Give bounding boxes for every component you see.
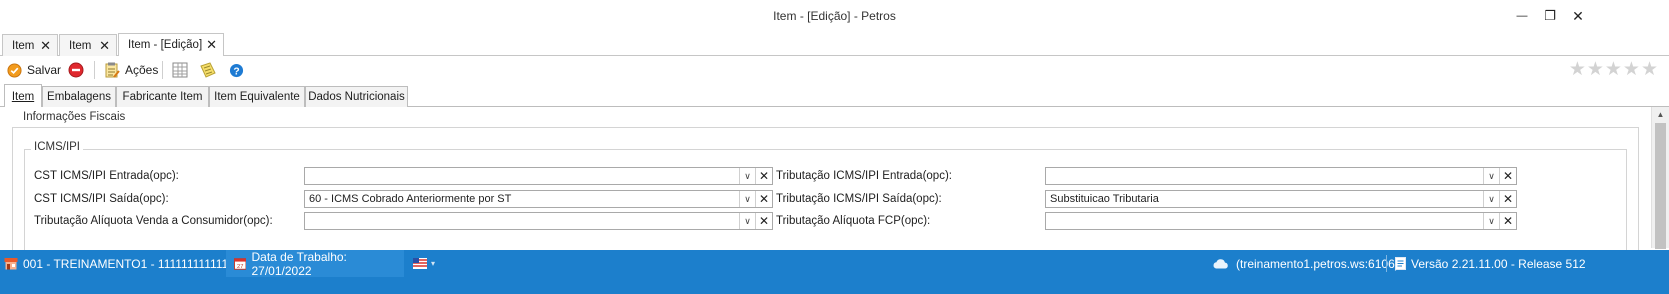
close-tab-icon[interactable]: ✕	[206, 37, 217, 53]
svg-text:27: 27	[237, 264, 243, 270]
fiscal-info-title: Informações Fiscais	[20, 111, 129, 123]
aliquota-fcp-combobox[interactable]: ∨ ✕	[1045, 212, 1517, 230]
help-button[interactable]: ?	[229, 60, 244, 80]
document-icon	[1395, 257, 1406, 270]
svg-text:?: ?	[233, 66, 239, 77]
restore-button[interactable]: ❐	[1536, 6, 1564, 26]
clear-icon[interactable]: ✕	[755, 191, 772, 207]
doc-tab-item-2[interactable]: Item ✕	[59, 34, 117, 56]
tab-label: Item Equivalente	[214, 91, 300, 103]
toolbar-separator	[162, 61, 163, 79]
cst-saida-label: CST ICMS/IPI Saída(opc):	[34, 193, 169, 205]
document-tabs: Item ✕ Item ✕ Item - [Edição] ✕	[0, 33, 1669, 56]
dropdown-arrow-icon: ▾	[431, 259, 436, 268]
notes-icon	[200, 62, 216, 78]
rating-stars[interactable]: ★★★★★	[1569, 60, 1659, 80]
store-icon	[4, 258, 18, 270]
save-button[interactable]: Salvar	[7, 60, 61, 80]
company-status[interactable]: 001 - TREINAMENTO1 - 11111111111111 ▾	[4, 250, 249, 277]
actions-icon	[105, 62, 120, 78]
status-bar: 001 - TREINAMENTO1 - 11111111111111 ▾ 27…	[0, 250, 1669, 294]
doc-tab-label: Item - [Edição]	[128, 39, 203, 51]
chevron-down-icon[interactable]: ∨	[1483, 213, 1499, 229]
icms-ipi-title: ICMS/IPI	[31, 141, 84, 153]
cancel-icon	[68, 62, 84, 78]
company-label: 001 - TREINAMENTO1 - 11111111111111	[23, 256, 240, 271]
scrollbar-thumb[interactable]	[1655, 123, 1666, 249]
save-label: Salvar	[27, 63, 62, 77]
tributacao-saida-label: Tributação ICMS/IPI Saída(opc):	[776, 193, 942, 205]
clear-icon[interactable]: ✕	[755, 168, 772, 184]
help-icon: ?	[229, 63, 244, 77]
chevron-down-icon[interactable]: ∨	[739, 168, 755, 184]
close-window-button[interactable]: ✕	[1564, 6, 1592, 26]
tributacao-saida-combobox[interactable]: Substituicao Tributaria ∨ ✕	[1045, 190, 1517, 208]
tab-embalagens[interactable]: Embalagens	[42, 86, 116, 107]
form-tabs: Item Embalagens Fabricante Item Item Equ…	[0, 84, 1669, 108]
tab-item-equivalente[interactable]: Item Equivalente	[209, 86, 305, 107]
toolbar-separator	[94, 61, 95, 79]
work-date-status[interactable]: 27 Data de Trabalho: 27/01/2022	[226, 249, 404, 278]
clear-icon[interactable]: ✕	[1499, 168, 1516, 184]
server-label: (treinamento1.petros.ws:6106)	[1236, 256, 1399, 271]
notes-button[interactable]	[200, 60, 216, 80]
cloud-icon	[1213, 259, 1228, 269]
aliquota-fcp-label: Tributação Alíquota FCP(opc):	[776, 215, 931, 227]
save-icon	[7, 62, 22, 78]
version-label: Versão 2.21.11.00 - Release 512	[1411, 256, 1586, 271]
server-status[interactable]: (treinamento1.petros.ws:6106)	[1212, 250, 1399, 277]
cst-saida-combobox[interactable]: 60 - ICMS Cobrado Anteriormente por ST ∨…	[304, 190, 773, 208]
minimize-button[interactable]: —	[1508, 6, 1536, 26]
doc-tab-label: Item	[12, 39, 35, 52]
flag-status[interactable]: ▾	[413, 250, 435, 277]
close-icon: ✕	[1572, 7, 1584, 24]
cst-entrada-combobox[interactable]: ∨ ✕	[304, 167, 773, 185]
tab-label: Item	[11, 90, 35, 103]
chevron-down-icon[interactable]: ∨	[739, 213, 755, 229]
tab-item[interactable]: Item	[4, 84, 42, 108]
tab-label: Embalagens	[47, 91, 111, 103]
tributacao-entrada-label: Tributação ICMS/IPI Entrada(opc):	[776, 170, 952, 182]
tab-label: Dados Nutricionais	[308, 91, 405, 103]
scroll-up-icon[interactable]: ▲	[1652, 107, 1669, 121]
field-value: 60 - ICMS Cobrado Anteriormente por ST	[309, 193, 512, 205]
clear-icon[interactable]: ✕	[1499, 213, 1516, 229]
tab-label: Fabricante Item	[122, 91, 203, 103]
vertical-scrollbar[interactable]: ▲	[1651, 107, 1669, 249]
form-content: Informações Fiscais ICMS/IPI CST ICMS/IP…	[0, 107, 1669, 267]
aliquota-venda-combobox[interactable]: ∨ ✕	[304, 212, 773, 230]
version-status[interactable]: Versão 2.21.11.00 - Release 512	[1395, 250, 1586, 277]
clear-icon[interactable]: ✕	[1499, 191, 1516, 207]
restore-icon: ❐	[1544, 8, 1556, 23]
aliquota-venda-label: Tributação Alíquota Venda a Consumidor(o…	[34, 215, 273, 227]
actions-button[interactable]: Ações	[105, 60, 158, 80]
title-bar: Item - [Edição] - Petros — ❐ ✕	[0, 0, 1669, 32]
close-tab-icon[interactable]: ✕	[40, 38, 51, 54]
doc-tab-item-edicao[interactable]: Item - [Edição] ✕	[118, 33, 224, 56]
doc-tab-item-1[interactable]: Item ✕	[2, 34, 58, 56]
cancel-button[interactable]	[68, 60, 84, 80]
chevron-down-icon[interactable]: ∨	[739, 191, 755, 207]
flag-icon	[413, 258, 427, 269]
work-date-label: Data de Trabalho: 27/01/2022	[251, 249, 347, 278]
tab-dados-nutricionais[interactable]: Dados Nutricionais	[305, 86, 408, 107]
actions-label: Ações	[125, 63, 159, 77]
calendar-icon: 27	[234, 258, 247, 270]
minimize-icon: —	[1516, 10, 1528, 22]
window-title: Item - [Edição] - Petros	[773, 9, 896, 23]
cst-entrada-label: CST ICMS/IPI Entrada(opc):	[34, 170, 179, 182]
close-tab-icon[interactable]: ✕	[99, 38, 110, 54]
doc-tab-label: Item	[69, 39, 92, 52]
field-value: Substituicao Tributaria	[1050, 193, 1159, 205]
tab-fabricante-item[interactable]: Fabricante Item	[116, 86, 209, 107]
tributacao-entrada-combobox[interactable]: ∨ ✕	[1045, 167, 1517, 185]
grid-view-button[interactable]	[172, 60, 188, 80]
toolbar: Salvar Ações ? ★★★★★	[0, 57, 1669, 83]
chevron-down-icon[interactable]: ∨	[1483, 168, 1499, 184]
chevron-down-icon[interactable]: ∨	[1483, 191, 1499, 207]
clear-icon[interactable]: ✕	[755, 213, 772, 229]
grid-icon	[172, 62, 188, 78]
status-separator	[1386, 255, 1387, 272]
